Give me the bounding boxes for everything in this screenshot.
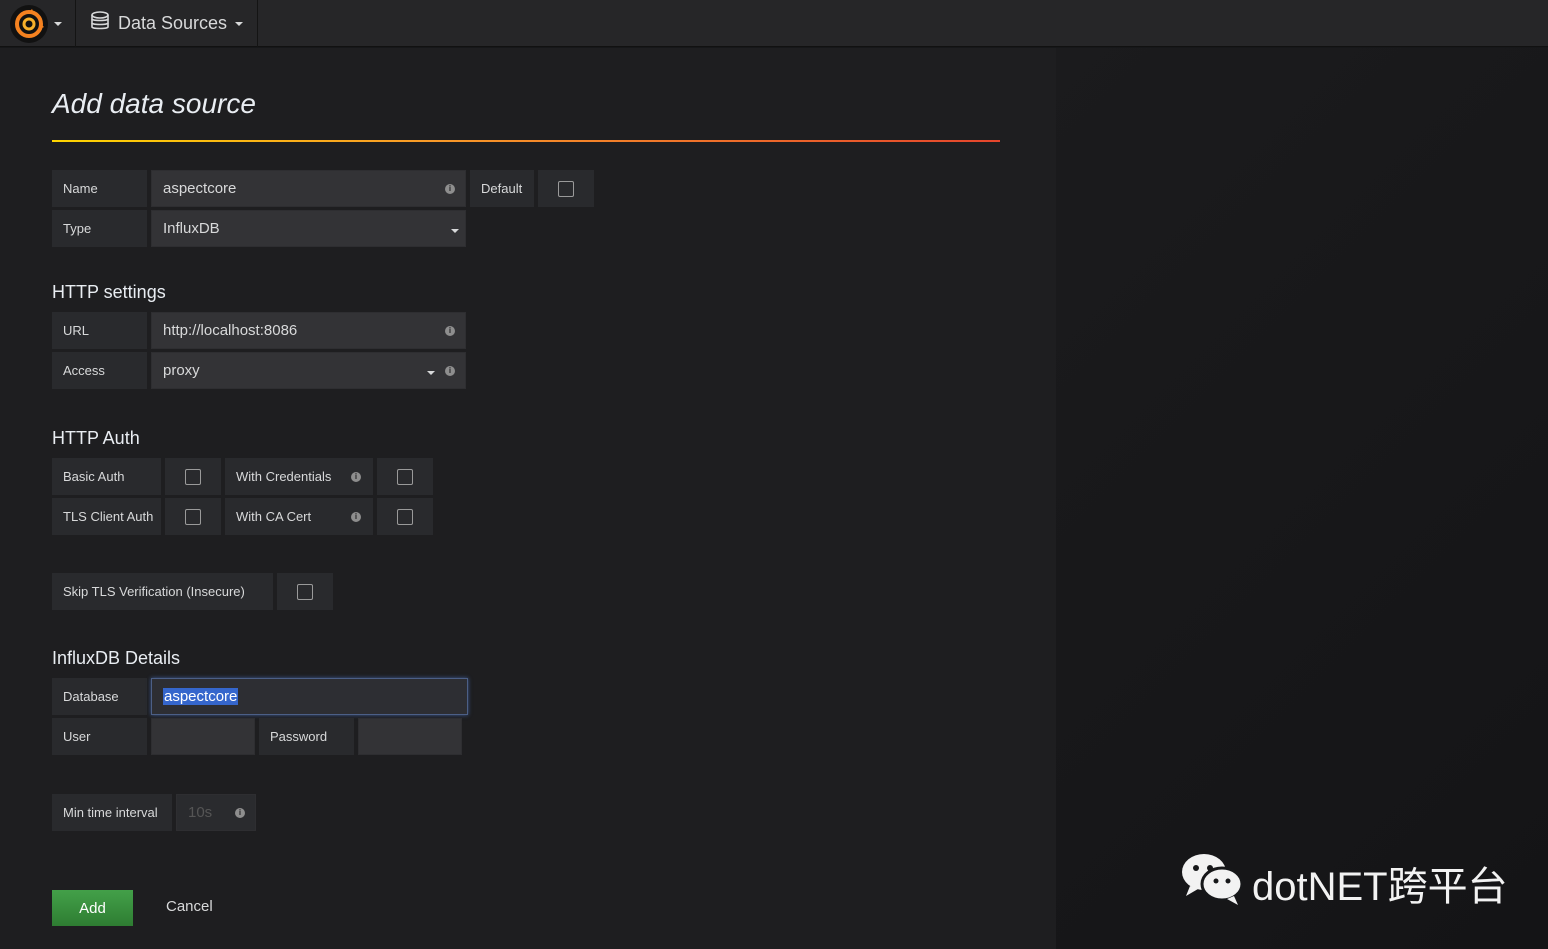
type-value: InfluxDB: [163, 220, 220, 237]
with-ca-cert-label: With CA Cert i: [225, 498, 373, 535]
title-divider: [52, 140, 1000, 142]
default-checkbox-cell: [538, 170, 594, 207]
default-checkbox[interactable]: [558, 180, 574, 197]
type-label: Type: [52, 210, 147, 247]
data-sources-nav[interactable]: Data Sources: [76, 0, 259, 47]
http-settings-heading: HTTP settings: [52, 282, 166, 302]
info-icon[interactable]: i: [351, 511, 361, 522]
skip-tls-checkbox[interactable]: [297, 583, 313, 600]
chevron-down-icon: [427, 371, 435, 375]
with-credentials-checkbox[interactable]: [397, 468, 413, 485]
default-label: Default: [470, 170, 534, 207]
database-icon: [90, 11, 110, 36]
database-label: Database: [52, 678, 147, 715]
info-icon[interactable]: i: [235, 808, 245, 818]
basic-auth-checkbox[interactable]: [185, 468, 201, 485]
tls-client-auth-row: TLS Client Auth With CA Cert i: [52, 498, 433, 535]
access-label: Access: [52, 352, 147, 389]
tls-client-auth-checkbox-cell: [165, 498, 221, 535]
basic-auth-checkbox-cell: [165, 458, 221, 495]
user-input[interactable]: [151, 718, 255, 755]
chevron-down-icon: [451, 229, 459, 233]
data-sources-label: Data Sources: [118, 13, 228, 33]
min-interval-input[interactable]: 10s i: [176, 794, 256, 831]
info-icon[interactable]: i: [445, 326, 455, 336]
type-select[interactable]: InfluxDB: [151, 210, 466, 247]
min-interval-placeholder: 10s: [188, 804, 213, 821]
skip-tls-checkbox-cell: [277, 573, 333, 610]
database-row: Database aspectcore: [52, 678, 468, 715]
password-label: Password: [259, 718, 354, 755]
url-input[interactable]: http://localhost:8086 i: [151, 312, 466, 349]
name-value: aspectcore: [163, 180, 237, 197]
watermark-text: dotNET跨平台: [1252, 865, 1508, 909]
influxdb-details-heading: InfluxDB Details: [52, 648, 181, 668]
tls-client-auth-checkbox[interactable]: [185, 508, 201, 525]
watermark: dotNET跨平台: [1180, 850, 1508, 916]
skip-tls-label: Skip TLS Verification (Insecure): [52, 573, 273, 610]
name-row: Name aspectcore i Default: [52, 170, 594, 207]
with-ca-cert-checkbox-cell: [377, 498, 433, 535]
wechat-icon: [1180, 850, 1244, 916]
info-icon[interactable]: i: [445, 184, 455, 194]
background-area: [1056, 48, 1548, 949]
access-value: proxy: [163, 362, 200, 379]
password-input[interactable]: [358, 718, 462, 755]
url-row: URL http://localhost:8086 i: [52, 312, 466, 349]
chevron-down-icon: [54, 21, 62, 26]
name-label: Name: [52, 170, 147, 207]
url-value: http://localhost:8086: [163, 322, 298, 339]
cancel-link[interactable]: Cancel: [166, 898, 213, 915]
database-input[interactable]: aspectcore: [151, 678, 468, 715]
min-interval-row: Min time interval 10s i: [52, 794, 256, 831]
top-navbar: Data Sources: [0, 0, 1548, 47]
with-ca-cert-text: With CA Cert: [236, 509, 312, 524]
grafana-logo-icon: [10, 4, 48, 43]
basic-auth-label: Basic Auth: [52, 458, 161, 495]
user-label: User: [52, 718, 147, 755]
user-password-row: User Password: [52, 718, 462, 755]
chevron-down-icon: [235, 21, 244, 26]
name-input[interactable]: aspectcore i: [151, 170, 466, 207]
type-row: Type InfluxDB: [52, 210, 466, 247]
with-credentials-text: With Credentials: [236, 469, 332, 484]
info-icon[interactable]: i: [351, 471, 361, 482]
tls-client-auth-label: TLS Client Auth: [52, 498, 161, 535]
url-label: URL: [52, 312, 147, 349]
info-icon[interactable]: i: [445, 366, 455, 376]
access-row: Access proxy i: [52, 352, 466, 389]
with-credentials-label: With Credentials i: [225, 458, 373, 495]
with-ca-cert-checkbox[interactable]: [397, 508, 413, 525]
grafana-menu-button[interactable]: [0, 0, 76, 47]
with-credentials-checkbox-cell: [377, 458, 433, 495]
database-value: aspectcore: [163, 688, 239, 705]
page-title: Add data source: [52, 88, 256, 119]
access-select[interactable]: proxy i: [151, 352, 466, 389]
basic-auth-row: Basic Auth With Credentials i: [52, 458, 433, 495]
min-interval-label: Min time interval: [52, 794, 172, 831]
skip-tls-row: Skip TLS Verification (Insecure): [52, 573, 333, 610]
add-button[interactable]: Add: [52, 890, 133, 926]
http-auth-heading: HTTP Auth: [52, 428, 140, 448]
